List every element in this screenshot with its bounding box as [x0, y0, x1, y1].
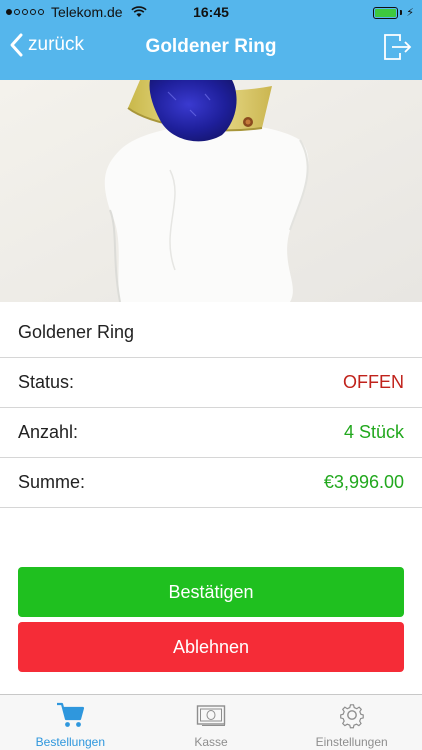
battery-icon: [373, 6, 399, 19]
ring-photo: [0, 80, 422, 302]
confirm-button[interactable]: Bestätigen: [18, 567, 404, 617]
tab-checkout[interactable]: Kasse: [141, 695, 282, 750]
status-value: OFFEN: [343, 372, 404, 392]
product-name-row: Goldener Ring: [0, 308, 422, 358]
status-label: Status:: [18, 372, 75, 392]
quantity-row: Anzahl: 4 Stück: [0, 408, 422, 458]
reject-button[interactable]: Ablehnen: [18, 622, 404, 672]
tab-label: Kasse: [194, 735, 228, 749]
status-row: Status: OFFEN: [0, 358, 422, 408]
sum-value: €3,996.00: [323, 472, 404, 492]
sum-label: Summe:: [18, 472, 86, 492]
product-photo: [0, 80, 422, 302]
battery-level: [375, 8, 397, 17]
clock: 16:45: [193, 4, 229, 20]
charging-icon: ⚡: [406, 7, 414, 19]
status-bar: Telekom.de 16:45 ⚡: [0, 0, 422, 24]
logout-icon[interactable]: [382, 32, 412, 62]
sum-row: Summe: €3,996.00: [0, 458, 422, 508]
navigation-bar: zurück Goldener Ring: [0, 24, 422, 80]
tab-orders[interactable]: Bestellungen: [0, 695, 141, 750]
cart-icon: [57, 702, 85, 727]
quantity-label: Anzahl:: [18, 422, 79, 442]
cash-icon: [196, 705, 226, 726]
tab-label: Bestellungen: [35, 735, 106, 749]
tab-label: Einstellungen: [315, 735, 388, 749]
tab-bar: Bestellungen Kasse Einstellungen: [0, 694, 422, 750]
header: Telekom.de 16:45 ⚡ zurück Goldener Ring: [0, 0, 422, 80]
tab-settings[interactable]: Einstellungen: [281, 695, 422, 750]
battery-tip: [400, 10, 403, 15]
product-name: Goldener Ring: [18, 322, 135, 342]
page-title: Goldener Ring: [145, 36, 277, 57]
quantity-value: 4 Stück: [343, 422, 404, 442]
battery-indicator: ⚡: [373, 6, 414, 19]
gear-icon: [339, 704, 364, 729]
